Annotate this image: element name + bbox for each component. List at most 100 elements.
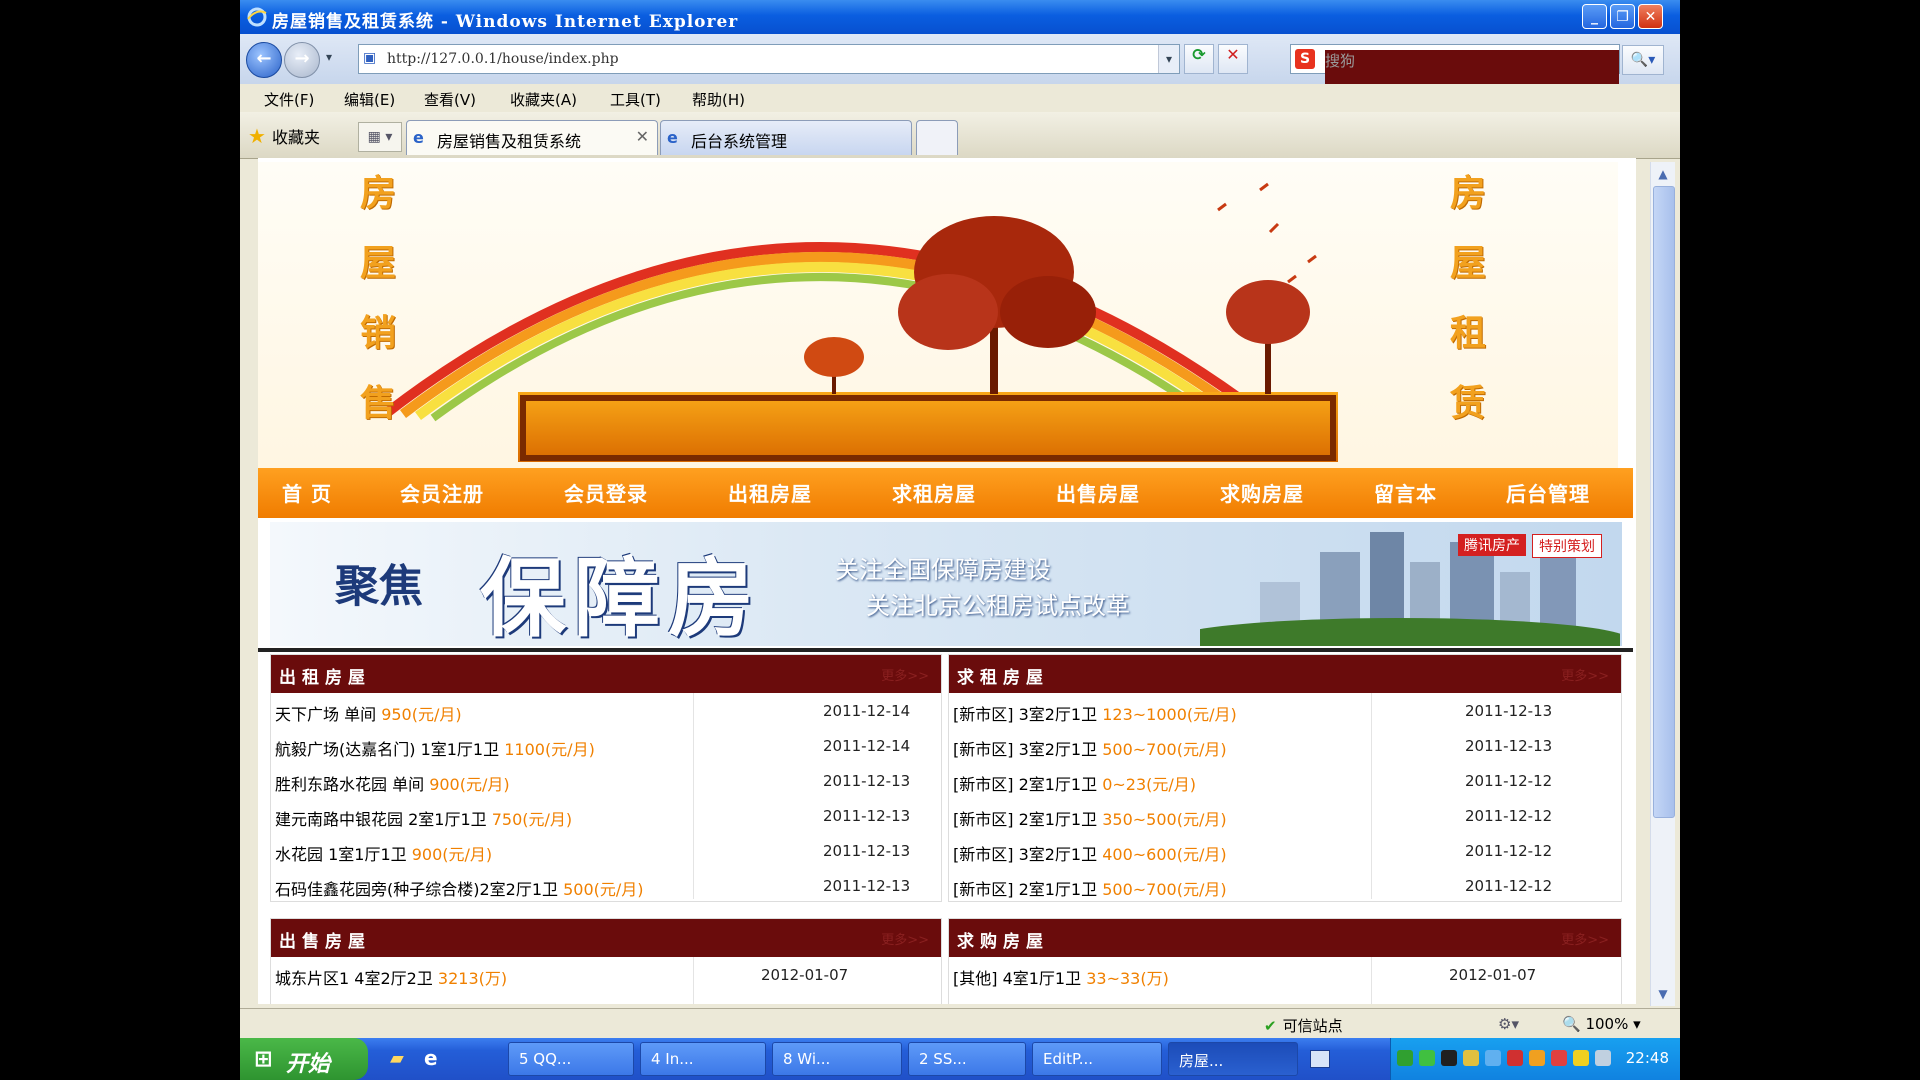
listing-name[interactable]: 航毅广场(达嘉名门) 1室1厅1卫 — [275, 740, 499, 759]
nav-login[interactable]: 会员登录 — [564, 478, 648, 507]
scroll-thumb[interactable] — [1653, 186, 1675, 818]
listing-name[interactable]: 胜利东路水花园 单间 — [275, 775, 424, 794]
nav-rent-out[interactable]: 出租房屋 — [728, 478, 812, 507]
favorites-button[interactable]: ★ 收藏夹 — [248, 124, 320, 148]
nav-guestbook[interactable]: 留言本 — [1374, 478, 1437, 507]
protected-mode-icon[interactable]: ⚙▾ — [1498, 1015, 1519, 1033]
tray-app-icon[interactable] — [1441, 1050, 1457, 1066]
menu-view[interactable]: 查看(V) — [424, 89, 476, 110]
list-item[interactable]: 胜利东路水花园 单间 900(元/月) 2011-12-13 — [271, 765, 941, 800]
more-link[interactable]: 更多>> — [1561, 665, 1609, 684]
sogou-icon: S — [1295, 49, 1315, 69]
zone-indicator[interactable]: ✔ 可信站点 — [1264, 1015, 1343, 1036]
taskbar-windows[interactable]: 8 Wi... — [772, 1042, 902, 1076]
tray-shield-icon[interactable] — [1573, 1050, 1589, 1066]
listing-name[interactable]: 水花园 1室1厅1卫 — [275, 845, 407, 864]
listing-name[interactable]: [新市区] 2室1厅1卫 — [953, 810, 1097, 829]
start-button[interactable]: ⊞ 开始 — [240, 1038, 368, 1080]
folder-quicklaunch-icon[interactable]: ▰ — [390, 1048, 404, 1069]
tray-app-icon[interactable] — [1529, 1050, 1545, 1066]
list-item[interactable]: [新市区] 2室1厅1卫 0~23(元/月) 2011-12-12 — [949, 765, 1621, 800]
taskbar-house[interactable]: 房屋... — [1168, 1042, 1298, 1076]
stop-button[interactable]: ✕ — [1218, 44, 1248, 74]
list-item[interactable]: 水花园 1室1厅1卫 900(元/月) 2011-12-13 — [271, 835, 941, 870]
tab-admin[interactable]: e 后台系统管理 — [660, 120, 912, 155]
url-text[interactable]: http://127.0.0.1/house/index.php — [387, 51, 619, 67]
nav-rent-want[interactable]: 求租房屋 — [892, 478, 976, 507]
tray-qq-icon[interactable] — [1551, 1050, 1567, 1066]
listing-name[interactable]: 城东片区1 4室2厅2卫 — [275, 969, 433, 988]
address-dropdown-icon[interactable]: ▾ — [1158, 45, 1179, 73]
new-tab-button[interactable] — [916, 120, 958, 155]
listing-name[interactable]: [新市区] 3室2厅1卫 — [953, 740, 1097, 759]
menu-tools[interactable]: 工具(T) — [610, 89, 661, 110]
taskbar-qq[interactable]: 5 QQ... — [508, 1042, 634, 1076]
list-item[interactable]: 石码佳鑫花园旁(种子综合楼)2室2厅1卫 500(元/月) 2011-12-13 — [271, 870, 941, 905]
listing-date: 2011-12-12 — [1465, 877, 1553, 895]
search-go-button[interactable]: 🔍▾ — [1622, 45, 1664, 75]
more-link[interactable]: 更多>> — [881, 929, 929, 948]
maximize-button[interactable]: ❐ — [1610, 4, 1635, 29]
more-link[interactable]: 更多>> — [881, 665, 929, 684]
forward-button[interactable]: → — [284, 42, 320, 78]
list-item[interactable]: [其他] 4室1厅1卫 33~33(万) 2012-01-07 — [949, 959, 1621, 994]
listing-name[interactable]: [新市区] 3室2厅1卫 — [953, 845, 1097, 864]
listing-name[interactable]: [新市区] 2室1厅1卫 — [953, 775, 1097, 794]
zoom-control[interactable]: 🔍 100% ▾ — [1562, 1015, 1641, 1033]
menu-favorites[interactable]: 收藏夹(A) — [510, 89, 577, 110]
listing-name[interactable]: [其他] 4室1厅1卫 — [953, 969, 1081, 988]
close-window-button[interactable]: ✕ — [1638, 4, 1663, 29]
list-item[interactable]: [新市区] 2室1厅1卫 350~500(元/月) 2011-12-12 — [949, 800, 1621, 835]
list-item[interactable]: [新市区] 3室2厅1卫 123~1000(元/月) 2011-12-13 — [949, 695, 1621, 730]
nav-sale[interactable]: 出售房屋 — [1056, 478, 1140, 507]
search-box[interactable]: S 搜狗 🔍▾ — [1290, 44, 1664, 88]
listing-name[interactable]: 建元南路中银花园 2室1厅1卫 — [275, 810, 487, 829]
taskbar-ie[interactable]: 4 In... — [640, 1042, 766, 1076]
list-item[interactable]: 建元南路中银花园 2室1厅1卫 750(元/月) 2011-12-13 — [271, 800, 941, 835]
page-viewport: 房 屋 销 售 房 屋 租 赁 首 页 会员注册 会员登录 出租房屋 求租房屋 … — [258, 158, 1636, 1004]
list-item[interactable]: [新市区] 2室1厅1卫 500~700(元/月) 2011-12-12 — [949, 870, 1621, 905]
taskbar-ss[interactable]: 2 SS... — [908, 1042, 1026, 1076]
listing-name[interactable]: [新市区] 2室1厅1卫 — [953, 880, 1097, 899]
zoom-level: 100% — [1585, 1015, 1629, 1033]
tray-app-icon[interactable] — [1485, 1050, 1501, 1066]
tray-qq-icon[interactable] — [1507, 1050, 1523, 1066]
list-item[interactable]: 城东片区1 4室2厅2卫 3213(万) 2012-01-07 — [271, 959, 941, 994]
scroll-up-icon[interactable]: ▲ — [1653, 164, 1673, 184]
close-tab-icon[interactable]: ✕ — [636, 127, 649, 146]
taskbar-editplus[interactable]: EditP... — [1032, 1042, 1162, 1076]
history-dropdown-icon[interactable]: ▾ — [326, 50, 332, 64]
list-item[interactable]: 天下广场 单间 950(元/月) 2011-12-14 — [271, 695, 941, 730]
list-item[interactable]: [新市区] 3室2厅1卫 500~700(元/月) 2011-12-13 — [949, 730, 1621, 765]
tray-app-icon[interactable] — [1397, 1050, 1413, 1066]
tray-play-icon[interactable] — [1419, 1050, 1435, 1066]
nav-home[interactable]: 首 页 — [282, 478, 332, 507]
ad-banner[interactable]: 聚焦 保障房 关注全国保障房建设 关注北京公租房试点改革 腾讯房产 特别策划 — [270, 522, 1622, 646]
nav-buy[interactable]: 求购房屋 — [1220, 478, 1304, 507]
ie-quicklaunch-icon[interactable]: e — [424, 1046, 438, 1070]
menu-file[interactable]: 文件(F) — [264, 89, 314, 110]
sunset-illustration — [384, 182, 1338, 462]
tray-key-icon[interactable] — [1463, 1050, 1479, 1066]
scroll-down-icon[interactable]: ▼ — [1653, 984, 1673, 1004]
quick-tabs-icon[interactable]: ▦ ▾ — [358, 122, 402, 152]
refresh-button[interactable]: ⟳ — [1184, 44, 1214, 74]
tray-volume-icon[interactable] — [1595, 1050, 1611, 1066]
ad-tag-tencent: 腾讯房产 — [1458, 534, 1526, 556]
menu-help[interactable]: 帮助(H) — [692, 89, 745, 110]
tab-house-system[interactable]: e 房屋销售及租赁系统 ✕ — [406, 120, 658, 155]
address-bar[interactable]: ▣ http://127.0.0.1/house/index.php ▾ — [358, 44, 1180, 74]
list-item[interactable]: 航毅广场(达嘉名门) 1室1厅1卫 1100(元/月) 2011-12-14 — [271, 730, 941, 765]
more-link[interactable]: 更多>> — [1561, 929, 1609, 948]
vertical-scrollbar[interactable]: ▲ ▼ — [1650, 162, 1675, 1006]
nav-admin[interactable]: 后台管理 — [1506, 478, 1590, 507]
listing-name[interactable]: [新市区] 3室2厅1卫 — [953, 705, 1097, 724]
minimize-button[interactable]: _ — [1582, 4, 1607, 29]
listing-name[interactable]: 天下广场 单间 — [275, 705, 376, 724]
menu-edit[interactable]: 编辑(E) — [344, 89, 395, 110]
listing-name[interactable]: 石码佳鑫花园旁(种子综合楼)2室2厅1卫 — [275, 880, 558, 899]
nav-register[interactable]: 会员注册 — [400, 478, 484, 507]
back-button[interactable]: ← — [246, 42, 282, 78]
keyboard-icon[interactable] — [1310, 1050, 1330, 1068]
list-item[interactable]: [新市区] 3室2厅1卫 400~600(元/月) 2011-12-12 — [949, 835, 1621, 870]
